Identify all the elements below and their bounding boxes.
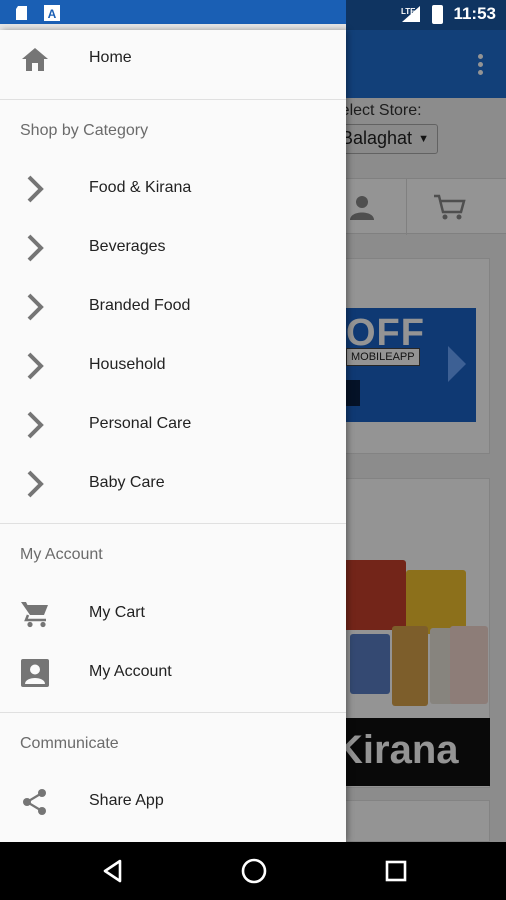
sd-card-icon <box>14 5 30 21</box>
drawer-item-label: Household <box>89 356 166 373</box>
status-bar: A LTE 11:53 <box>0 0 506 30</box>
drawer-item-label: Branded Food <box>89 297 191 314</box>
drawer-item-my-cart[interactable]: My Cart <box>0 585 346 643</box>
drawer-item-label: Food & Kirana <box>89 179 192 196</box>
navigation-drawer: Home Shop by Category Food & Kirana Beve… <box>0 30 346 842</box>
home-circle-icon[interactable] <box>239 856 269 886</box>
chevron-right-icon <box>20 174 50 204</box>
home-icon <box>20 44 50 74</box>
section-header-shop: Shop by Category <box>20 122 149 139</box>
cart-icon <box>20 599 50 629</box>
network-type: LTE <box>401 7 416 16</box>
drawer-item-food-kirana[interactable]: Food & Kirana <box>0 160 346 218</box>
chevron-right-icon <box>20 233 50 263</box>
font-notification-icon: A <box>44 5 60 21</box>
recents-icon[interactable] <box>381 856 411 886</box>
svg-text:A: A <box>48 7 57 21</box>
drawer-item-label: Home <box>89 49 132 66</box>
divider <box>0 712 346 713</box>
chevron-right-icon <box>20 292 50 322</box>
chevron-right-icon <box>20 469 50 499</box>
chevron-right-icon <box>20 351 50 381</box>
back-icon[interactable] <box>98 856 128 886</box>
drawer-item-label: Share App <box>89 792 164 809</box>
share-icon <box>20 787 50 817</box>
system-nav-bar <box>0 842 506 900</box>
drawer-item-label: Personal Care <box>89 415 192 432</box>
battery-icon <box>432 5 443 24</box>
signal-icon: LTE <box>400 5 420 23</box>
drawer-item-personal-care[interactable]: Personal Care <box>0 396 346 454</box>
chevron-right-icon <box>20 410 50 440</box>
drawer-item-my-account[interactable]: My Account <box>0 644 346 702</box>
drawer-item-label: Baby Care <box>89 474 165 491</box>
drawer-item-beverages[interactable]: Beverages <box>0 219 346 277</box>
section-header-communicate: Communicate <box>20 735 119 752</box>
drawer-item-branded-food[interactable]: Branded Food <box>0 278 346 336</box>
drawer-item-share-app[interactable]: Share App <box>0 773 346 831</box>
drawer-item-label: Beverages <box>89 238 166 255</box>
section-header-account: My Account <box>20 546 103 563</box>
drawer-item-label: My Account <box>89 663 172 680</box>
clock: 11:53 <box>453 4 496 23</box>
drawer-item-home[interactable]: Home <box>0 30 346 88</box>
drawer-item-baby-care[interactable]: Baby Care <box>0 455 346 513</box>
divider <box>0 99 346 100</box>
drawer-item-household[interactable]: Household <box>0 337 346 395</box>
drawer-item-label: My Cart <box>89 604 145 621</box>
divider <box>0 523 346 524</box>
account-box-icon <box>20 658 50 688</box>
